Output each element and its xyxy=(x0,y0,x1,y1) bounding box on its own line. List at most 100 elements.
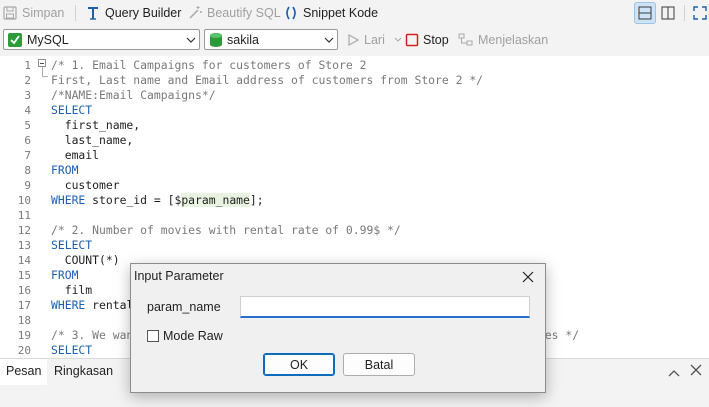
line-number: 13 xyxy=(17,239,31,252)
sql-comment: First, Last name and Email address of cu… xyxy=(51,73,484,87)
sql-comment: /*NAME:Email Campaigns*/ xyxy=(51,88,216,102)
line-number: 6 xyxy=(24,134,31,147)
split-horizontal-button[interactable] xyxy=(634,2,656,24)
param-name-label: param_name xyxy=(147,300,221,314)
line-number: 9 xyxy=(24,179,31,192)
parentheses-icon xyxy=(286,6,296,20)
fullscreen-button[interactable] xyxy=(689,2,709,24)
code-line: FROM xyxy=(51,268,78,283)
code-line: email xyxy=(51,148,99,163)
parameter-highlight: param_name xyxy=(181,193,250,207)
save-icon xyxy=(3,6,17,20)
toolbar-separator xyxy=(684,5,685,21)
line-number: 7 xyxy=(24,149,31,162)
sql-text: email xyxy=(51,148,100,162)
param-value-input[interactable] xyxy=(240,296,530,318)
save-button[interactable]: Simpan xyxy=(2,4,64,22)
sql-keyword: FROM xyxy=(51,268,79,282)
code-line: First, Last name and Email address of cu… xyxy=(51,73,483,88)
code-line: customer xyxy=(51,178,120,193)
schema-select[interactable]: sakila xyxy=(204,29,338,50)
code-line: /*NAME:Email Campaigns*/ xyxy=(51,88,216,103)
beautify-sql-button[interactable]: Beautify SQL xyxy=(187,4,281,22)
sql-text: first_name, xyxy=(51,118,141,132)
sql-text: last_name, xyxy=(51,133,134,147)
chevron-down-icon xyxy=(183,37,199,43)
explain-icon xyxy=(458,33,473,46)
stop-button[interactable]: Stop xyxy=(405,31,449,49)
line-number: 20 xyxy=(17,344,31,357)
stop-label: Stop xyxy=(423,33,449,47)
database-type-select[interactable]: MySQL xyxy=(3,29,200,50)
tab-summary[interactable]: Ringkasan xyxy=(48,359,119,383)
code-line: SELECT xyxy=(51,103,92,118)
code-line: film xyxy=(51,283,92,298)
sql-text: film xyxy=(51,283,93,297)
line-number: 10 xyxy=(17,194,31,207)
line-number: 17 xyxy=(17,299,31,312)
schema-value: sakila xyxy=(227,32,259,47)
code-line: COUNT(*) xyxy=(51,253,120,268)
raw-mode-checkbox[interactable]: Mode Raw xyxy=(147,329,223,343)
fold-collapse-icon[interactable] xyxy=(38,59,46,67)
line-number: 1 xyxy=(24,59,31,72)
line-number: 4 xyxy=(24,104,31,117)
explain-button[interactable]: Menjelaskan xyxy=(458,31,548,49)
split-vertical-icon xyxy=(661,6,675,20)
sql-comment: /* 2. Number of movies with rental rate … xyxy=(51,223,401,237)
close-icon[interactable] xyxy=(519,268,537,286)
line-number: 11 xyxy=(17,209,31,222)
sql-keyword: SELECT xyxy=(51,103,93,117)
sql-comment: /* 1. Email Campaigns for customers of S… xyxy=(51,58,367,72)
snippet-label: Snippet Kode xyxy=(303,6,379,20)
cancel-button[interactable]: Batal xyxy=(343,353,415,376)
tab-messages[interactable]: Pesan xyxy=(0,359,48,385)
sql-keyword: SELECT xyxy=(51,238,93,252)
sql-text: COUNT(*) xyxy=(51,253,120,267)
sql-keyword: FROM xyxy=(51,163,79,177)
split-vertical-button[interactable] xyxy=(657,2,679,24)
sql-keyword: SELECT xyxy=(51,343,93,357)
line-number: 14 xyxy=(17,254,31,267)
snippet-button[interactable]: Snippet Kode xyxy=(283,4,378,22)
explain-label: Menjelaskan xyxy=(478,33,549,47)
sql-keyword: WHERE xyxy=(51,193,93,207)
run-button[interactable]: Lari xyxy=(346,31,402,49)
input-parameter-dialog: Input Parameter param_name Mode Raw OK B… xyxy=(130,263,546,393)
fold-guide-end xyxy=(42,76,48,77)
caret-down-icon xyxy=(394,37,402,42)
dialog-title: Input Parameter xyxy=(134,269,224,283)
checkbox-box[interactable] xyxy=(147,330,159,342)
chevron-down-icon xyxy=(321,37,337,43)
chevron-up-icon[interactable] xyxy=(668,366,680,380)
line-number: 12 xyxy=(17,224,31,237)
magic-wand-icon xyxy=(189,6,202,19)
beautify-sql-label: Beautify SQL xyxy=(207,6,281,20)
line-number: 5 xyxy=(24,119,31,132)
code-line: WHERE store_id = [$param_name]; xyxy=(51,193,264,208)
line-number: 3 xyxy=(24,89,31,102)
sql-text: customer xyxy=(51,178,120,192)
code-line: /* 1. Email Campaigns for customers of S… xyxy=(51,58,366,73)
line-number: 19 xyxy=(17,329,31,342)
ok-button[interactable]: OK xyxy=(263,353,335,376)
code-line: /* 2. Number of movies with rental rate … xyxy=(51,223,401,238)
code-line: FROM xyxy=(51,163,78,178)
split-horizontal-icon xyxy=(638,6,652,20)
stop-icon xyxy=(405,33,419,47)
line-number: 16 xyxy=(17,284,31,297)
query-builder-label: Query Builder xyxy=(105,6,182,20)
database-type-value: MySQL xyxy=(27,32,69,47)
query-builder-button[interactable]: Query Builder xyxy=(85,4,181,22)
line-number: 18 xyxy=(17,314,31,327)
database-icon xyxy=(210,32,222,47)
code-line: SELECT xyxy=(51,343,92,358)
save-label: Simpan xyxy=(22,6,65,20)
toolbar-separator xyxy=(75,5,76,21)
sql-keyword: WHERE xyxy=(51,298,93,312)
close-panel-icon[interactable] xyxy=(690,364,702,379)
sql-text: store_id = [$ xyxy=(92,193,182,207)
code-line: last_name, xyxy=(51,133,134,148)
query-builder-icon xyxy=(88,7,98,20)
main-toolbar: Simpan Query Builder Beautify SQL Snippe… xyxy=(0,0,709,26)
